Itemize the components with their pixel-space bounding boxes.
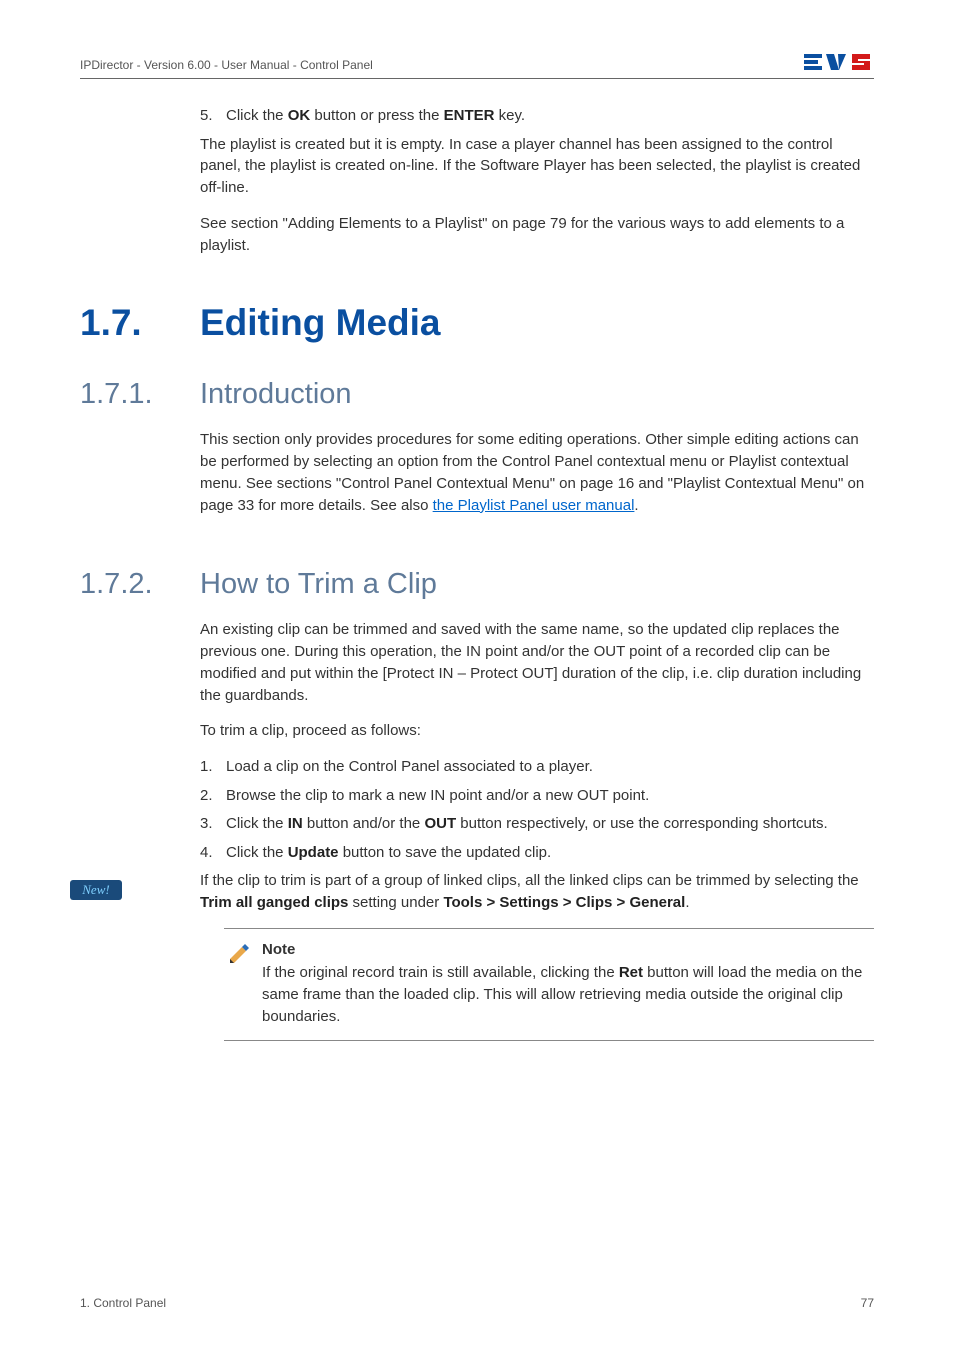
heading-2-trim: 1.7.2. How to Trim a Clip — [80, 568, 874, 601]
note-block: Note If the original record train is sti… — [224, 928, 874, 1041]
intro-paragraph: This section only provides procedures fo… — [200, 429, 874, 516]
step-text: Click the Update button to save the upda… — [226, 842, 874, 865]
heading-2-text: Introduction — [200, 378, 352, 411]
new-badge-icon: New! — [68, 874, 124, 906]
trim-paragraph-2: To trim a clip, proceed as follows: — [200, 720, 874, 742]
svg-text:New!: New! — [81, 882, 109, 897]
footer-section: 1. Control Panel — [80, 1296, 166, 1310]
note-icon — [226, 939, 254, 1028]
step-text: Click the IN button and/or the OUT butto… — [226, 813, 874, 836]
paragraph: The playlist is created but it is empty.… — [200, 134, 874, 199]
linked-clips-paragraph: If the clip to trim is part of a group o… — [200, 870, 874, 914]
step-number: 2. — [200, 785, 226, 808]
header-breadcrumb: IPDirector - Version 6.00 - User Manual … — [80, 58, 373, 72]
heading-2-number: 1.7.2. — [80, 568, 200, 601]
footer-page-number: 77 — [861, 1296, 874, 1310]
step-text: Click the OK button or press the ENTER k… — [226, 105, 874, 128]
heading-1: 1.7. Editing Media — [80, 302, 874, 344]
pencil-icon — [226, 941, 252, 967]
step-text: Load a clip on the Control Panel associa… — [226, 756, 874, 779]
heading-2-intro: 1.7.1. Introduction — [80, 378, 874, 411]
trim-step-4: 4. Click the Update button to save the u… — [200, 842, 874, 865]
step-number: 1. — [200, 756, 226, 779]
page-footer: 1. Control Panel 77 — [80, 1296, 874, 1310]
step-5: 5. Click the OK button or press the ENTE… — [200, 105, 874, 128]
trim-step-2: 2. Browse the clip to mark a new IN poin… — [200, 785, 874, 808]
heading-1-text: Editing Media — [200, 302, 441, 344]
page-header: IPDirector - Version 6.00 - User Manual … — [80, 52, 874, 79]
new-badge: New! — [68, 874, 124, 906]
playlist-panel-link[interactable]: the Playlist Panel user manual — [433, 497, 635, 514]
heading-2-number: 1.7.1. — [80, 378, 200, 411]
evs-logo — [804, 52, 874, 72]
step-text: Browse the clip to mark a new IN point a… — [226, 785, 874, 808]
heading-1-number: 1.7. — [80, 302, 200, 344]
note-title: Note — [262, 939, 872, 961]
note-text: If the original record train is still av… — [262, 962, 872, 1027]
trim-paragraph-1: An existing clip can be trimmed and save… — [200, 619, 874, 706]
note-body: Note If the original record train is sti… — [262, 939, 872, 1028]
step-number: 5. — [200, 105, 226, 128]
step-number: 3. — [200, 813, 226, 836]
trim-step-3: 3. Click the IN button and/or the OUT bu… — [200, 813, 874, 836]
paragraph: See section "Adding Elements to a Playli… — [200, 213, 874, 257]
evs-logo-icon — [804, 52, 874, 72]
step-number: 4. — [200, 842, 226, 865]
trim-step-1: 1. Load a clip on the Control Panel asso… — [200, 756, 874, 779]
heading-2-text: How to Trim a Clip — [200, 568, 437, 601]
